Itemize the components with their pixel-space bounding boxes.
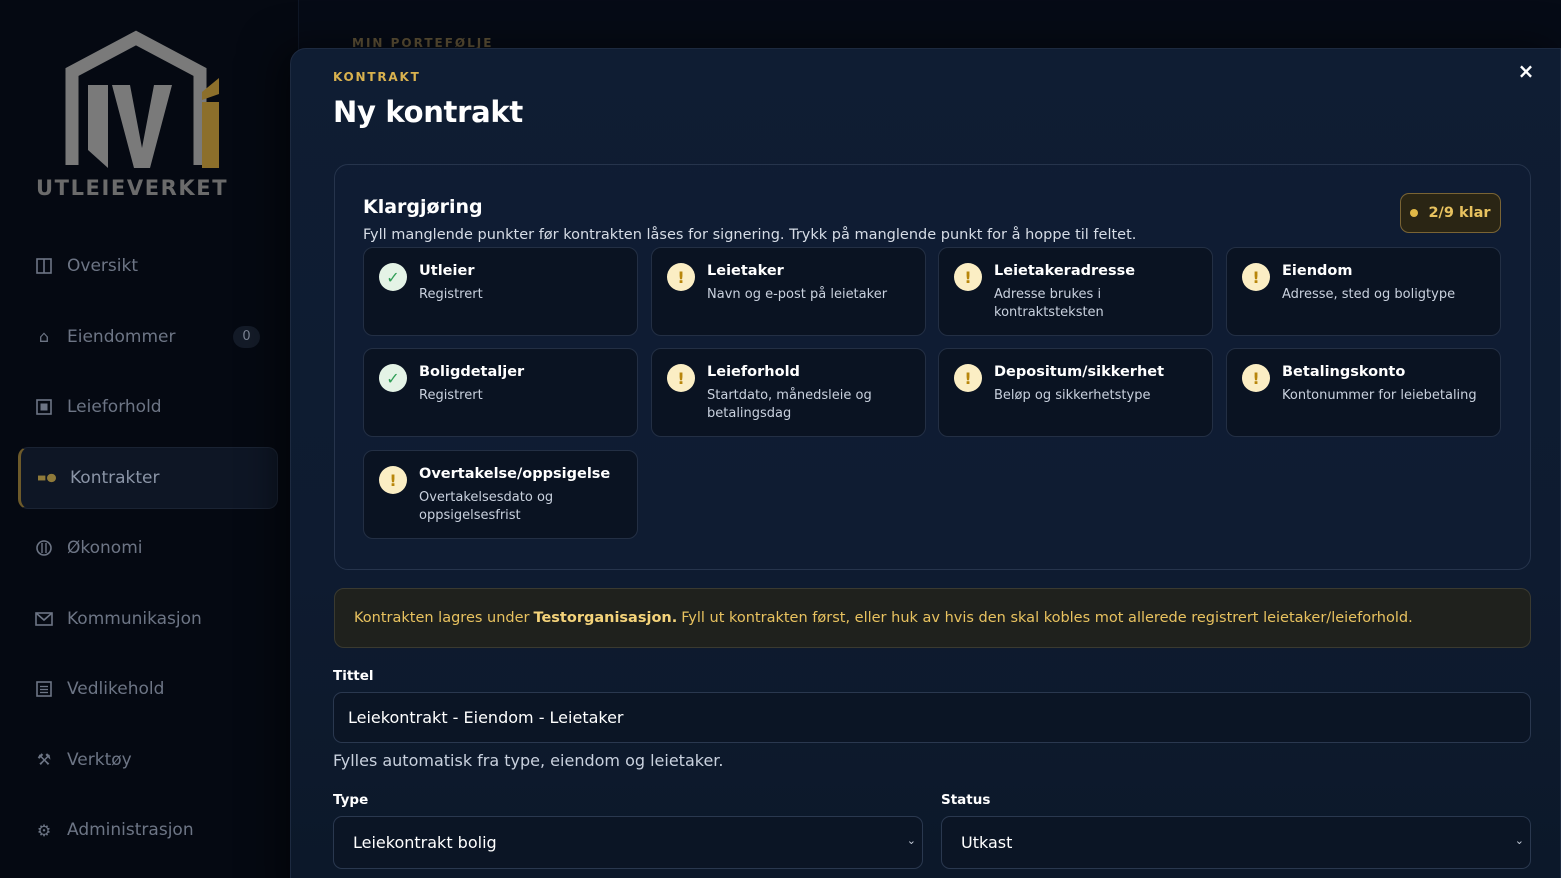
check-item-betalingskonto[interactable]: ! Betalingskonto Kontonummer for leiebet… (1226, 348, 1501, 437)
check-item-overtakelse[interactable]: ! Overtakelse/oppsigelse Overtakelsesdat… (363, 450, 638, 539)
sidebar-item-label: Vedlikehold (67, 679, 165, 699)
type-select[interactable]: Leiekontrakt bolig ⌄ (333, 816, 923, 869)
readiness-description: Fyll manglende punkter før kontrakten lå… (363, 227, 1137, 243)
title-input-value: Leiekontrakt - Eiendom - Leietaker (348, 708, 624, 727)
status-field-label: Status (941, 792, 991, 808)
warning-icon: ! (954, 364, 982, 392)
new-contract-modal: × KONTRAKT Ny kontrakt Klargjøring Fyll … (290, 48, 1561, 878)
sidebar-item-kontrakter[interactable]: Kontrakter (18, 446, 278, 509)
columns-icon (35, 257, 53, 275)
check-icon: ✓ (379, 263, 407, 291)
sidebar-item-label: Verktøy (67, 749, 132, 770)
readiness-panel: Klargjøring Fyll manglende punkter før k… (334, 164, 1531, 570)
count-badge: 0 (233, 325, 260, 348)
tools-icon: ⚒ (36, 750, 52, 769)
check-item-subtitle: Beløp og sikkerhetstype (994, 388, 1151, 403)
warning-icon: ! (667, 263, 695, 291)
check-item-subtitle: Overtakelsesdato og oppsigelsesfrist (419, 490, 554, 523)
check-item-subtitle: Adresse, sted og boligtype (1282, 287, 1456, 302)
sidebar-item-eiendommer[interactable]: ⌂ Eiendommer 0 (18, 306, 278, 368)
check-item-title: Leietakeradresse (994, 263, 1136, 279)
notice-text-after: Fyll ut kontrakten først, eller huk av h… (681, 610, 1413, 626)
chevron-down-icon: ⌄ (906, 834, 916, 847)
check-item-title: Overtakelse/oppsigelse (419, 466, 611, 482)
organization-notice: Kontrakten lagres under Testorganisasjon… (334, 588, 1531, 648)
toggle-icon (38, 469, 56, 487)
warning-icon: ! (1242, 364, 1270, 392)
check-item-subtitle: Registrert (419, 388, 483, 403)
logo-wordmark: UTLEIEVERKET (36, 176, 229, 200)
sidebar-item-label: Økonomi (67, 538, 143, 558)
mail-icon (35, 610, 53, 628)
check-item-title: Utleier (419, 263, 475, 279)
readiness-status-badge: 2/9 klar (1400, 193, 1501, 233)
notice-text-before: Kontrakten lagres under (354, 610, 530, 626)
list-icon (35, 680, 53, 698)
sidebar-item-label: Administrasjon (67, 820, 194, 840)
gear-icon: ⚙ (36, 820, 52, 840)
warning-icon: ! (379, 466, 407, 494)
check-item-subtitle: Navn og e-post på leietaker (707, 287, 888, 302)
sidebar-item-verktoy[interactable]: ⚒ Verktøy (18, 729, 278, 791)
check-item-subtitle: Startdato, månedsleie og betalingsdag (707, 388, 872, 421)
type-select-value: Leiekontrakt bolig (353, 833, 497, 852)
check-item-depositum[interactable]: ! Depositum/sikkerhet Beløp og sikkerhet… (938, 348, 1213, 437)
check-item-title: Leieforhold (707, 364, 800, 380)
home-icon: ⌂ (38, 327, 50, 346)
sidebar-item-label: Oversikt (67, 256, 138, 276)
sidebar-item-label: Kommunikasjon (67, 608, 202, 629)
check-item-title: Depositum/sikkerhet (994, 364, 1165, 380)
status-dot-icon (1410, 209, 1419, 217)
close-button[interactable]: × (1514, 59, 1538, 83)
sidebar-item-label: Leieforhold (67, 397, 162, 417)
sidebar-item-administrasjon[interactable]: ⚙ Administrasjon (18, 799, 278, 861)
check-item-boligdetaljer[interactable]: ✓ Boligdetaljer Registrert (363, 348, 638, 437)
sidebar-nav: Oversikt ⌂ Eiendommer 0 Leieforhold Kont… (18, 235, 278, 870)
check-item-leietaker[interactable]: ! Leietaker Navn og e-post på leietaker (651, 247, 926, 336)
check-item-leietakeradresse[interactable]: ! Leietakeradresse Adresse brukes i kont… (938, 247, 1213, 336)
sidebar-item-label: Eiendommer (67, 326, 176, 347)
warning-icon: ! (1242, 263, 1270, 291)
sidebar-item-okonomi[interactable]: Økonomi (18, 517, 278, 579)
type-field-label: Type (333, 792, 369, 808)
check-item-subtitle: Kontonummer for leiebetaling (1282, 388, 1477, 403)
status-select-value: Utkast (961, 833, 1013, 852)
coin-icon (35, 539, 53, 557)
check-item-subtitle: Registrert (419, 287, 483, 302)
status-select[interactable]: Utkast ⌄ (941, 816, 1531, 869)
title-field-hint: Fylles automatisk fra type, eiendom og l… (333, 751, 724, 770)
readiness-title: Klargjøring (363, 196, 483, 218)
warning-icon: ! (667, 364, 695, 392)
check-item-eiendom[interactable]: ! Eiendom Adresse, sted og boligtype (1226, 247, 1501, 336)
chevron-down-icon: ⌄ (1514, 834, 1524, 847)
warning-icon: ! (954, 263, 982, 291)
modal-eyebrow: KONTRAKT (333, 70, 421, 84)
check-item-title: Boligdetaljer (419, 364, 525, 380)
square-icon (35, 398, 53, 416)
modal-title: Ny kontrakt (333, 95, 523, 129)
sidebar-item-oversikt[interactable]: Oversikt (18, 235, 278, 297)
sidebar-item-leieforhold[interactable]: Leieforhold (18, 376, 278, 438)
title-input[interactable]: Leiekontrakt - Eiendom - Leietaker (333, 692, 1531, 743)
sidebar-item-label: Kontrakter (70, 467, 160, 488)
check-icon: ✓ (379, 364, 407, 392)
sidebar-item-vedlikehold[interactable]: Vedlikehold (18, 658, 278, 720)
check-item-title: Betalingskonto (1282, 364, 1406, 380)
check-item-title: Eiendom (1282, 263, 1353, 279)
check-item-title: Leietaker (707, 263, 784, 279)
title-field-label: Tittel (333, 668, 374, 684)
readiness-status-text: 2/9 klar (1428, 205, 1491, 221)
notice-org-name: Testorganisasjon. (533, 610, 678, 626)
check-item-subtitle: Adresse brukes i kontraktsteksten (994, 287, 1104, 320)
sidebar: UTLEIEVERKET Oversikt ⌂ Eiendommer 0 Lei… (0, 0, 299, 878)
sidebar-item-kommunikasjon[interactable]: Kommunikasjon (18, 588, 278, 650)
check-item-leieforhold[interactable]: ! Leieforhold Startdato, månedsleie og b… (651, 348, 926, 437)
check-item-utleier[interactable]: ✓ Utleier Registrert (363, 247, 638, 336)
